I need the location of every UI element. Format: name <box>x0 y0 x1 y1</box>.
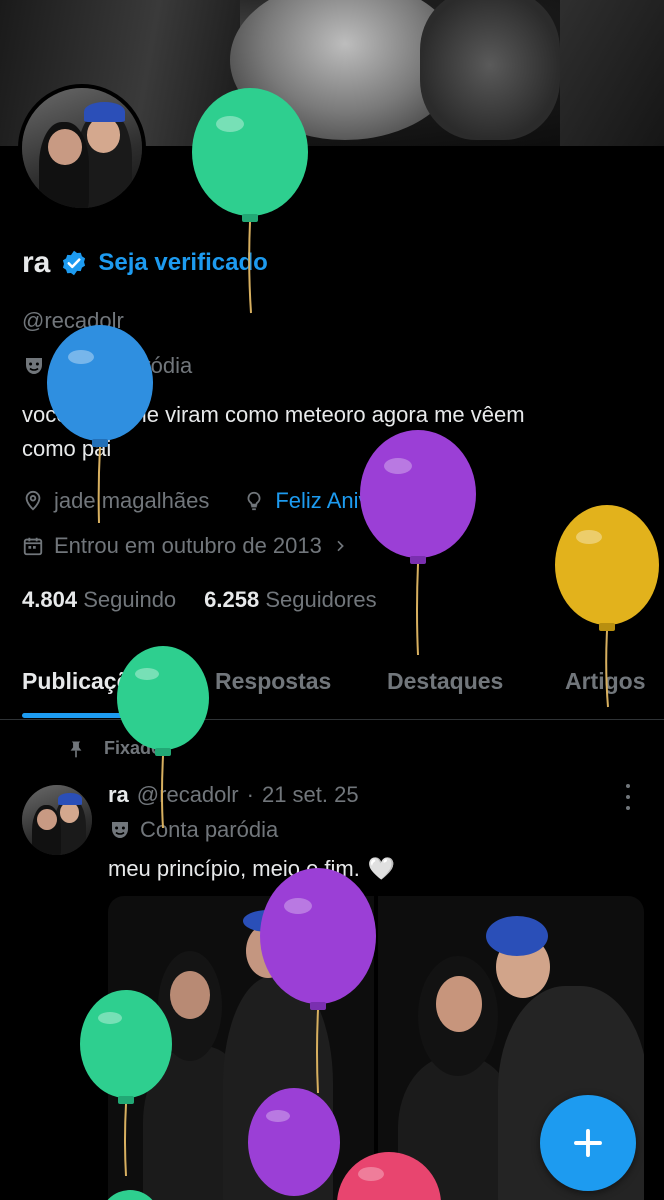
profile-location: jade magalhães <box>54 488 210 513</box>
pinned-label: Fixado <box>104 738 163 758</box>
post-parody-label: Conta paródia <box>140 817 279 842</box>
followers-count: 6.258 <box>204 587 260 612</box>
tab-respostas[interactable]: Respostas <box>215 668 331 695</box>
profile-avatar[interactable] <box>18 84 146 212</box>
more-vertical-icon[interactable] <box>620 784 636 810</box>
profile-joined-row[interactable]: Entrou em outubro de 2013 <box>22 533 348 559</box>
chevron-right-icon <box>337 540 344 552</box>
profile-website-link[interactable]: Feliz Aniversário! <box>275 488 443 514</box>
tab-publicacoes[interactable]: Publicações <box>22 668 156 695</box>
profile-name-row: ra Seja verificado <box>22 246 268 280</box>
profile-tabs: Publicações Respostas Destaques Artigos <box>0 660 664 720</box>
tab-artigos[interactable]: Artigos <box>565 668 646 695</box>
location-pin-icon <box>25 490 41 511</box>
parody-label: Conta paródia <box>54 353 193 378</box>
get-verified-link[interactable]: Seja verificado <box>98 249 267 277</box>
following-label: Seguindo <box>83 587 177 612</box>
followers-label: Seguidores <box>265 587 377 612</box>
post-author-avatar[interactable] <box>22 785 92 855</box>
profile-name: ra <box>22 246 51 279</box>
post-header: ra @recadolr · 21 set. 25 <box>108 782 359 808</box>
pin-icon <box>70 741 82 757</box>
theater-mask-icon <box>26 358 42 374</box>
profile-stats: 4.804 Seguindo 6.258 Seguidores <box>22 587 377 613</box>
pinned-indicator: Fixado <box>66 738 162 759</box>
following-count: 4.804 <box>22 587 78 612</box>
followers-stat[interactable]: 6.258 Seguidores <box>204 587 377 613</box>
post-text: meu princípio, meio e fim. <box>108 856 360 881</box>
profile-bio: vocês que me viram como meteoro agora me… <box>22 398 632 466</box>
post-text-row: meu princípio, meio e fim. 🤍 <box>108 856 395 882</box>
bio-line: como pai <box>22 436 112 461</box>
theater-mask-icon <box>112 822 128 838</box>
profile-handle: @recadolr <box>22 308 124 333</box>
tab-destaques[interactable]: Destaques <box>387 668 503 695</box>
calendar-icon <box>23 537 43 556</box>
profile-joined-date: Entrou em outubro de 2013 <box>54 533 322 558</box>
post-date[interactable]: 21 set. 25 <box>262 782 359 808</box>
parody-label-row: Conta paródia <box>22 353 192 379</box>
post-author-handle[interactable]: @recadolr <box>137 782 239 808</box>
post-separator-dot: · <box>246 782 254 807</box>
profile-meta-row: jade magalhães Feliz Aniversário! <box>22 488 443 514</box>
following-stat[interactable]: 4.804 Seguindo <box>22 587 176 613</box>
lightbulb-icon <box>247 491 261 511</box>
white-heart-emoji: 🤍 <box>367 856 396 881</box>
post-photo[interactable] <box>108 896 374 1200</box>
active-tab-indicator <box>22 713 172 718</box>
bio-line: vocês que me viram como meteoro agora me… <box>22 402 525 427</box>
post-parody-row: Conta paródia <box>108 817 278 843</box>
post-author-name[interactable]: ra <box>108 782 129 808</box>
verified-badge-icon[interactable] <box>60 249 88 277</box>
plus-icon <box>574 1129 602 1157</box>
compose-post-button[interactable] <box>540 1095 636 1191</box>
